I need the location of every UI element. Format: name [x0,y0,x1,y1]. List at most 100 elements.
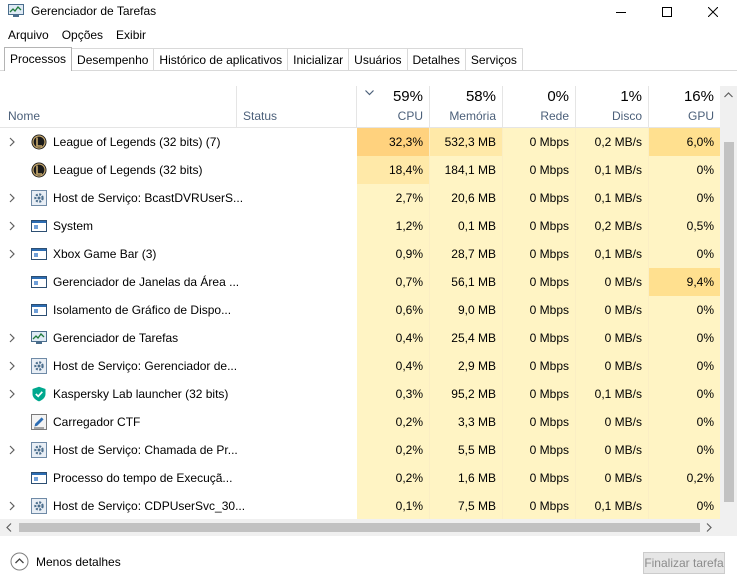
network-cell: 0 Mbps [503,352,576,380]
close-button[interactable] [690,0,736,24]
tab-servicos[interactable]: Serviços [464,48,523,70]
cpu-cell: 32,3% [357,128,430,156]
cpu-cell: 0,1% [357,492,430,519]
chevron-right-icon[interactable] [9,501,15,511]
table-header: Nome Status 59% CPU 58% Memória 0% Rede … [0,86,720,128]
process-name: Gerenciador de Tarefas [53,331,179,345]
menu-exibir[interactable]: Exibir [111,26,151,46]
menu-opcoes[interactable]: Opções [57,26,108,46]
tab-strip: Processos Desempenho Histórico de aplica… [0,47,737,71]
cpu-cell: 0,3% [357,380,430,408]
process-name: Isolamento de Gráfico de Dispo... [53,303,232,317]
memory-cell: 20,6 MB [430,184,503,212]
column-status-header[interactable]: Status [237,86,357,128]
scroll-right-icon[interactable] [706,523,712,532]
scroll-up-icon[interactable] [724,92,733,98]
gear-icon [31,190,47,206]
gpu-cell: 0% [649,324,720,352]
column-gpu-header[interactable]: 16% GPU [649,86,720,128]
gear-icon [31,442,47,458]
less-details-button[interactable]: Menos detalhes [10,552,121,571]
process-row[interactable]: Host de Serviço: BcastDVRUserS... 2,7% 20,… [0,184,720,212]
network-cell: 0 Mbps [503,184,576,212]
tab-processos[interactable]: Processos [4,47,73,71]
chevron-right-icon[interactable] [9,361,15,371]
cpu-cell: 0,4% [357,352,430,380]
memory-cell: 56,1 MB [430,268,503,296]
gpu-cell: 0% [649,240,720,268]
process-row[interactable]: Kaspersky Lab launcher (32 bits) 0,3% 95,2… [0,380,720,408]
column-memory-header[interactable]: 58% Memória [430,86,503,128]
cpu-cell: 2,7% [357,184,430,212]
column-name-header[interactable]: Nome [0,86,237,128]
process-name: League of Legends (32 bits) (7) [53,135,221,149]
process-row[interactable]: System 1,2% 0,1 MB 0 Mbps 0,2 MB/s 0,5% [0,212,720,240]
tab-usuarios[interactable]: Usuários [348,48,408,70]
scroll-left-icon[interactable] [6,523,12,532]
tab-historico[interactable]: Histórico de aplicativos [153,48,289,70]
chevron-right-icon[interactable] [9,193,15,203]
chevron-right-icon[interactable] [9,445,15,455]
window-app-icon [31,220,47,232]
disk-cell: 0,1 MB/s [576,184,649,212]
column-cpu-header[interactable]: 59% CPU [357,86,430,128]
network-cell: 0 Mbps [503,324,576,352]
gpu-cell: 0% [649,352,720,380]
process-row[interactable]: Gerenciador de Tarefas 0,4% 25,4 MB 0 Mbps 0… [0,324,720,352]
minimize-button[interactable] [598,0,644,24]
gpu-cell: 9,4% [649,268,720,296]
column-network-header[interactable]: 0% Rede [503,86,576,128]
memory-cell: 5,5 MB [430,436,503,464]
task-manager-icon [8,4,24,17]
column-disk-header[interactable]: 1% Disco [576,86,649,128]
menu-arquivo[interactable]: Arquivo [3,26,54,46]
vertical-scroll-thumb[interactable] [724,142,734,502]
process-name: Xbox Game Bar (3) [53,247,157,261]
title-bar[interactable]: Gerenciador de Tarefas [0,0,737,24]
process-row[interactable]: Host de Serviço: Gerenciador de... 0,4% 2,… [0,352,720,380]
disk-cell: 0,2 MB/s [576,212,649,240]
chevron-right-icon[interactable] [9,137,15,147]
chevron-right-icon[interactable] [9,221,15,231]
chevron-right-icon[interactable] [9,333,15,343]
memory-cell: 532,3 MB [430,128,503,156]
process-row[interactable]: Gerenciador de Janelas da Área ... 0,7% 56… [0,268,720,296]
process-row[interactable]: Host de Serviço: Chamada de Pr... 0,2% 5,5… [0,436,720,464]
chevron-right-icon[interactable] [9,249,15,259]
process-row[interactable]: Host de Serviço: CDPUserSvc_30... 0,1% 7,5… [0,492,720,519]
cpu-cell: 0,2% [357,436,430,464]
horizontal-scroll-thumb[interactable] [19,523,700,532]
tab-inicializar[interactable]: Inicializar [287,48,350,70]
tab-detalhes[interactable]: Detalhes [406,48,466,70]
maximize-icon [662,7,672,17]
sort-down-icon [365,90,374,96]
window-app-icon [31,276,47,288]
cpu-cell: 0,2% [357,408,430,436]
vertical-scrollbar[interactable] [720,86,737,519]
memory-cell: 7,5 MB [430,492,503,519]
memory-cell: 0,1 MB [430,212,503,240]
memory-cell: 184,1 MB [430,156,503,184]
chevron-right-icon[interactable] [9,389,15,399]
gpu-cell: 6,0% [649,128,720,156]
collapse-up-icon [10,552,29,571]
process-row[interactable]: Xbox Game Bar (3) 0,9% 28,7 MB 0 Mbps 0,1 MB… [0,240,720,268]
process-row[interactable]: Processo do tempo de Execuçã... 0,2% 1,6 M… [0,464,720,492]
disk-cell: 0 MB/s [576,324,649,352]
network-cell: 0 Mbps [503,268,576,296]
process-row[interactable]: Isolamento de Gráfico de Dispo... 0,6% 9,0… [0,296,720,324]
window-app-icon [31,304,47,316]
end-task-button[interactable]: Finalizar tarefa [643,552,725,574]
process-row[interactable]: League of Legends (32 bits) (7) 32,3% 532,… [0,128,720,156]
horizontal-scrollbar[interactable] [0,519,720,536]
gpu-cell: 0% [649,380,720,408]
process-name: System [53,219,94,233]
league-of-legends-icon [31,134,47,150]
maximize-button[interactable] [644,0,690,24]
tab-desempenho[interactable]: Desempenho [71,48,155,70]
process-row[interactable]: League of Legends (32 bits) 18,4% 184,1 MB… [0,156,720,184]
cpu-cell: 0,9% [357,240,430,268]
process-row[interactable]: Carregador CTF 0,2% 3,3 MB 0 Mbps 0 MB/s 0% [0,408,720,436]
menu-bar: Arquivo Opções Exibir [0,26,151,46]
gear-icon [31,498,47,514]
